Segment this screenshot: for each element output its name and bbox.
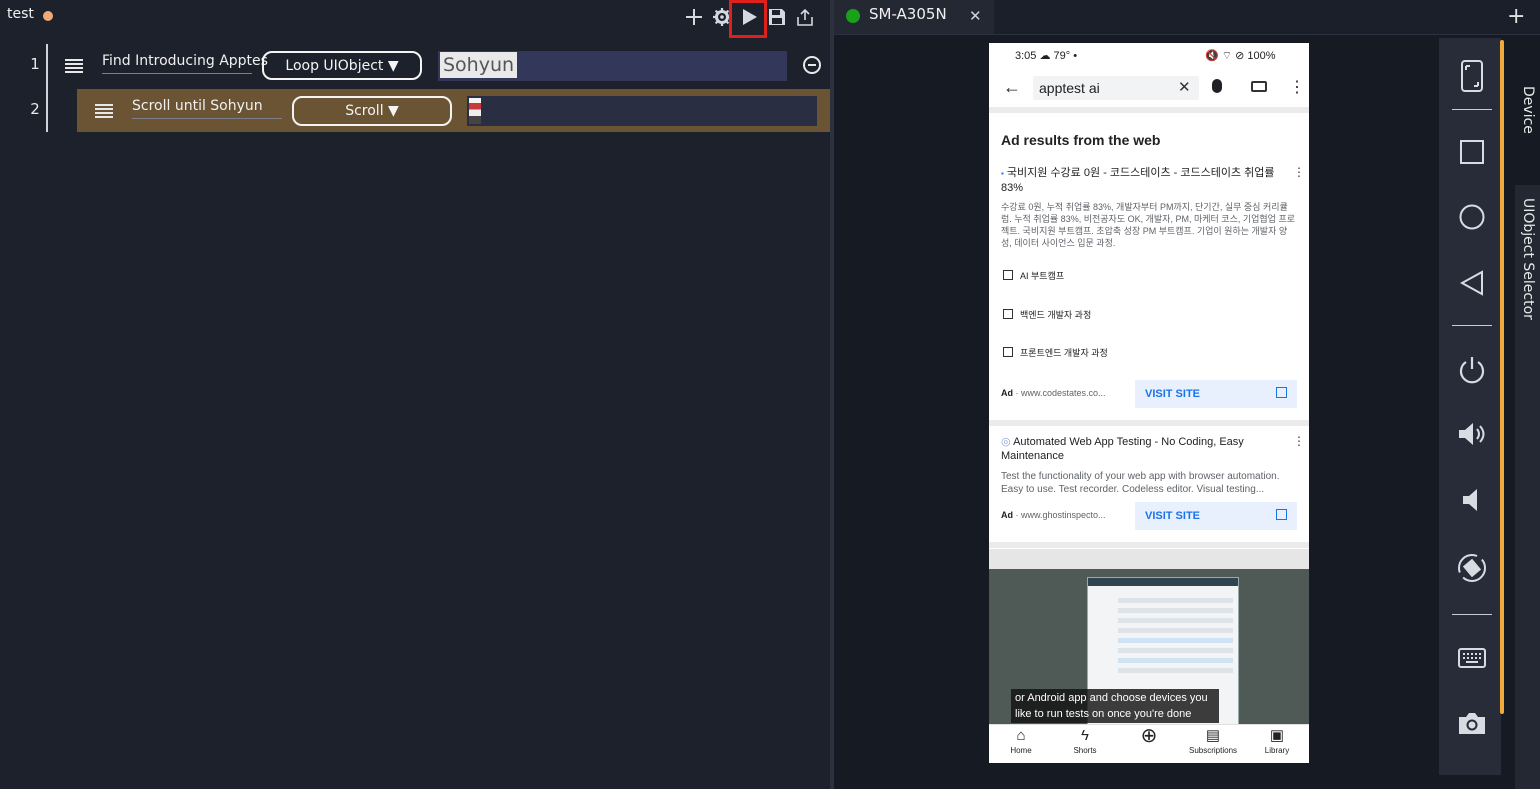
status-bar-right: 🔇 ⌔ ⊘ 100% — [1205, 50, 1276, 62]
status-time: 3:05 — [1015, 50, 1037, 62]
more-icon[interactable]: ⋮ — [1293, 165, 1305, 179]
divider — [1452, 109, 1492, 110]
video-thumbnail[interactable]: or Android app and choose devices you li… — [989, 549, 1309, 726]
divider — [1452, 325, 1492, 326]
ad-title[interactable]: ▪ 국비지원 수강료 0원 - 코드스테이츠 - 코드스테이츠 취업률 83% — [1001, 166, 1281, 195]
sitelink[interactable]: AI 부트캠프 — [1003, 269, 1064, 282]
rotate-icon[interactable] — [1455, 551, 1489, 585]
bottom-nav: ⌂ Home ϟ Shorts ⊕ ▤ Subscriptions ▣ Library — [989, 724, 1309, 763]
clear-icon[interactable]: ✕ — [1178, 78, 1191, 96]
device-status-dot — [846, 9, 860, 23]
parameter-field[interactable] — [467, 96, 817, 126]
volume-down-icon[interactable] — [1455, 483, 1489, 517]
nav-create[interactable]: ⊕ — [1125, 726, 1173, 746]
editor-toolbar: test — [0, 0, 830, 38]
mic-icon[interactable] — [1212, 79, 1222, 93]
play-button-highlight — [729, 0, 767, 38]
tools-panel-accent — [1500, 40, 1504, 714]
action-dropdown[interactable]: Loop UIObject ▼ — [262, 51, 422, 80]
shorts-icon: ϟ — [1081, 727, 1089, 744]
sitelink[interactable]: 프론트엔드 개발자 과정 — [1003, 346, 1108, 359]
plus-icon[interactable] — [683, 6, 705, 28]
parameter-value: Sohyun — [440, 52, 518, 78]
camera-icon[interactable] — [1455, 706, 1489, 740]
external-link-icon — [1276, 387, 1287, 398]
drag-handle-icon[interactable] — [95, 104, 113, 118]
device-side-tab[interactable]: Device — [1520, 86, 1536, 134]
visit-site-button[interactable]: VISIT SITE — [1135, 380, 1297, 408]
volume-up-icon[interactable] — [1455, 417, 1489, 451]
back-arrow-icon[interactable]: ← — [1003, 77, 1021, 98]
keyboard-icon[interactable] — [1455, 641, 1489, 675]
drag-handle-icon[interactable] — [65, 59, 83, 73]
plus-icon[interactable]: + — [1507, 4, 1525, 29]
sitelink[interactable]: 백엔드 개발자 과정 — [1003, 308, 1091, 321]
more-icon[interactable]: ⋮ — [1289, 77, 1305, 97]
screen-icon[interactable] — [1455, 59, 1489, 93]
ad-description: Test the functionality of your web app w… — [1001, 471, 1280, 495]
power-icon[interactable] — [1455, 353, 1489, 387]
ad-description: 수강료 0원, 누적 취업률 83%, 개발자부터 PM까지, 단기간, 실무 … — [1001, 202, 1296, 248]
external-link-icon — [1003, 309, 1013, 319]
library-icon: ▣ — [1269, 727, 1285, 744]
separator — [989, 420, 1309, 426]
ad-url: Ad · www.codestates.co... — [1001, 388, 1106, 398]
nav-home[interactable]: ⌂ Home — [997, 726, 1045, 755]
ad-title[interactable]: ◎ Automated Web App Testing - No Coding,… — [1001, 435, 1281, 463]
nav-library[interactable]: ▣ Library — [1253, 726, 1301, 755]
external-link-icon — [1003, 347, 1013, 357]
external-link-icon — [1276, 509, 1287, 520]
search-query: apptest ai — [1039, 80, 1100, 96]
nav-subscriptions[interactable]: ▤ Subscriptions — [1189, 726, 1237, 755]
step-number: 2 — [30, 100, 40, 118]
uiobject-selector-side-tab[interactable]: UIObject Selector — [1520, 198, 1536, 320]
cast-icon[interactable] — [1251, 81, 1267, 92]
video-caption: or Android app and choose devices you li… — [1011, 689, 1219, 723]
uiobject-thumbnail — [469, 98, 481, 124]
remove-step-icon[interactable] — [803, 56, 821, 74]
step-name[interactable]: Find Introducing Apptes — [102, 53, 268, 74]
close-icon[interactable]: ✕ — [969, 7, 982, 25]
video-screen-header — [989, 549, 1309, 569]
device-screen[interactable]: 3:05 ☁ 79° • 🔇 ⌔ ⊘ 100% ← apptest ai ✕ ⋮… — [989, 43, 1309, 763]
action-dropdown[interactable]: Scroll ▼ — [292, 96, 452, 126]
step-name[interactable]: Scroll until Sohyun — [132, 98, 282, 119]
ad-results-heading: Ad results from the web — [1001, 132, 1161, 148]
test-title[interactable]: test — [7, 6, 34, 22]
device-tab-label[interactable]: SM-A305N — [869, 5, 947, 23]
separator — [989, 542, 1309, 548]
separator — [989, 107, 1309, 113]
more-icon[interactable]: ⋮ — [1293, 434, 1305, 448]
circle-icon[interactable] — [1455, 200, 1489, 234]
status-bar-left: 3:05 ☁ 79° • — [1015, 50, 1078, 62]
upload-icon[interactable] — [794, 6, 816, 28]
square-icon[interactable] — [1455, 135, 1489, 169]
save-icon[interactable] — [766, 6, 788, 28]
unsaved-indicator — [43, 11, 53, 21]
visit-site-button[interactable]: VISIT SITE — [1135, 502, 1297, 530]
status-weather: ☁ 79° — [1039, 50, 1071, 62]
add-circle-icon: ⊕ — [1140, 725, 1158, 747]
subscriptions-icon: ▤ — [1205, 727, 1221, 744]
ad-url: Ad · www.ghostinspecto... — [1001, 510, 1106, 520]
external-link-icon — [1003, 270, 1013, 280]
triangle-back-icon[interactable] — [1455, 266, 1489, 300]
nav-shorts[interactable]: ϟ Shorts — [1061, 726, 1109, 755]
step-number: 1 — [30, 55, 40, 73]
step-gutter — [46, 44, 48, 132]
divider — [1452, 614, 1492, 615]
home-icon: ⌂ — [1016, 727, 1026, 744]
